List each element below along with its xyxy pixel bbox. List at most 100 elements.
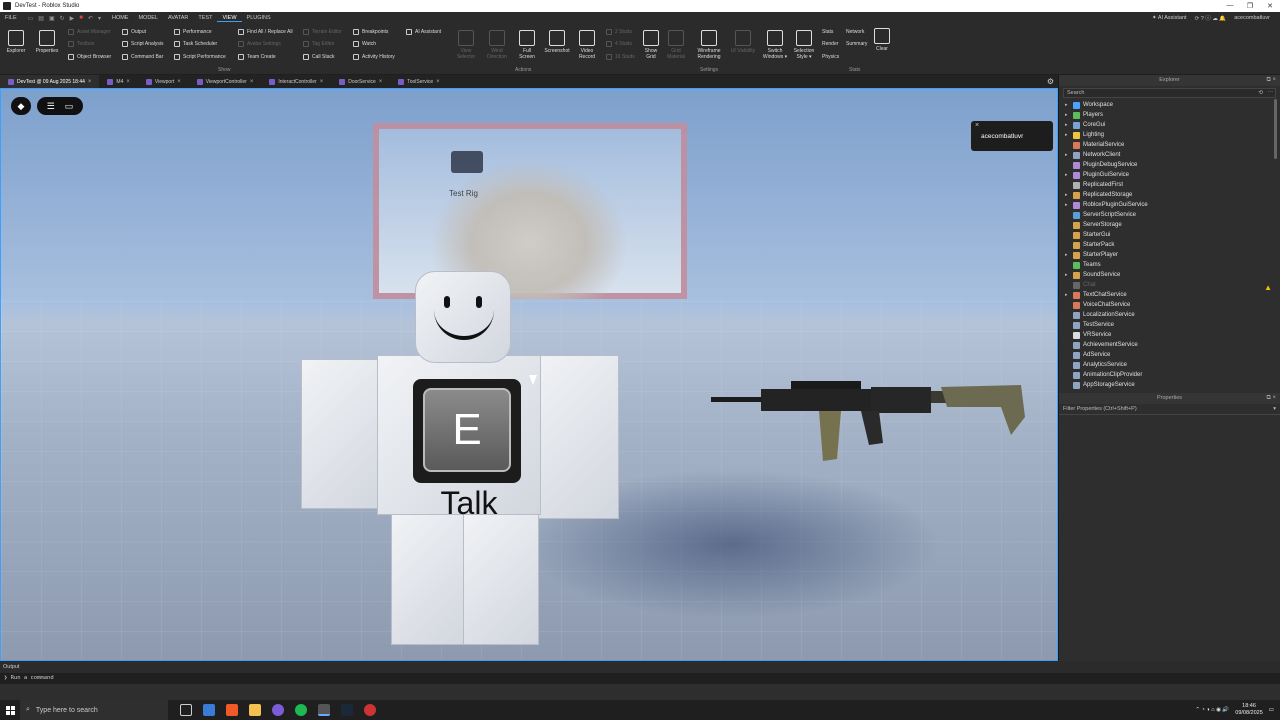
switch-windows-button[interactable]: Switch Windows ▾: [760, 30, 790, 60]
explorer-item[interactable]: StarterPack: [1059, 240, 1280, 250]
roblox-menu-icon[interactable]: ◆: [11, 97, 31, 115]
clock[interactable]: 18:46 09/08/2025: [1235, 703, 1263, 717]
expand-arrow-icon[interactable]: ▸: [1065, 112, 1073, 118]
terrain-editor-button[interactable]: Terrain Editor: [303, 29, 342, 35]
ui-visibility-button[interactable]: UI Visibility: [728, 30, 758, 54]
explorer-item[interactable]: LocalizationService: [1059, 310, 1280, 320]
output-button[interactable]: Output: [122, 29, 146, 35]
expand-arrow-icon[interactable]: ▸: [1065, 252, 1073, 258]
full-screen-button[interactable]: Full Screen: [515, 30, 539, 60]
team-create-button[interactable]: Team Create: [238, 54, 276, 60]
tab-m4[interactable]: M4 ×: [99, 75, 137, 88]
panel-controls[interactable]: ⧉ ×: [1267, 75, 1276, 86]
more-icon[interactable]: ⋯: [1268, 89, 1274, 98]
maximize-button[interactable]: ❐: [1240, 2, 1260, 10]
minimize-button[interactable]: —: [1220, 2, 1240, 10]
expand-arrow-icon[interactable]: ▸: [1065, 122, 1073, 128]
task-view-icon[interactable]: [180, 704, 192, 716]
browser-icon[interactable]: [272, 704, 284, 716]
tab-door-service[interactable]: DoorService ×: [331, 75, 390, 88]
chat-icon[interactable]: ▭: [65, 101, 74, 112]
expand-arrow-icon[interactable]: ▸: [1065, 132, 1073, 138]
screenshot-button[interactable]: Screenshot: [540, 30, 574, 54]
menu-file[interactable]: FILE: [0, 15, 22, 21]
stats-button[interactable]: Stats: [822, 29, 833, 35]
history-icon[interactable]: ⟲: [1258, 89, 1263, 98]
view-selector-button[interactable]: View Selector: [452, 30, 480, 60]
explorer-item[interactable]: ▸ StarterPlayer: [1059, 250, 1280, 260]
explorer-item[interactable]: MaterialService: [1059, 140, 1280, 150]
menu-test[interactable]: TEST: [193, 15, 217, 21]
close-tab-icon[interactable]: ×: [436, 79, 440, 85]
ai-assistant-button[interactable]: AI Assistant: [406, 29, 441, 35]
explorer-item[interactable]: TestService: [1059, 320, 1280, 330]
warning-icon[interactable]: ▲: [1264, 283, 1272, 292]
game-viewport[interactable]: ◆ ☰ ▭ Test Rig E Talk × acecombatluvr: [0, 88, 1058, 661]
open-file-icon[interactable]: ▤: [38, 15, 44, 22]
menu-plugins[interactable]: PLUGINS: [242, 15, 276, 21]
activity-history-button[interactable]: Activity History: [353, 54, 395, 60]
find-replace-button[interactable]: Find All / Replace All: [238, 29, 293, 35]
explorer-search-input[interactable]: Search ⟲ ⋯: [1063, 88, 1276, 98]
brave-browser-icon[interactable]: [226, 704, 238, 716]
explorer-item[interactable]: AnimationClipProvider: [1059, 370, 1280, 380]
breakpoints-button[interactable]: Breakpoints: [353, 29, 388, 35]
explorer-item[interactable]: VoiceChatService: [1059, 300, 1280, 310]
physics-button[interactable]: Physics: [822, 54, 839, 60]
explorer-item[interactable]: PluginDebugService: [1059, 160, 1280, 170]
render-button[interactable]: Render: [822, 41, 838, 47]
explorer-item[interactable]: ServerScriptService: [1059, 210, 1280, 220]
player-list-entry[interactable]: × acecombatluvr: [971, 121, 1053, 151]
object-browser-button[interactable]: Object Browser: [68, 54, 111, 60]
explorer-item[interactable]: ▸ PluginGuiService: [1059, 170, 1280, 180]
user-menu[interactable]: acecombatluvr: [1234, 15, 1270, 21]
gear-icon[interactable]: ⚙: [1047, 77, 1054, 86]
steam-icon[interactable]: [341, 704, 353, 716]
hamburger-icon[interactable]: ☰: [47, 101, 55, 112]
expand-arrow-icon[interactable]: ▸: [1065, 172, 1073, 178]
clear-button[interactable]: Clear: [872, 28, 892, 52]
close-icon[interactable]: ×: [975, 122, 979, 129]
close-tab-icon[interactable]: ×: [320, 79, 324, 85]
call-stack-button[interactable]: Call Stack: [303, 54, 335, 60]
tab-interact-controller[interactable]: InteractController ×: [261, 75, 331, 88]
summary-button[interactable]: Summary: [846, 41, 867, 47]
redo-icon[interactable]: ↻: [60, 15, 65, 22]
wind-direction-button[interactable]: Wind Direction: [482, 30, 512, 60]
proximity-prompt[interactable]: E: [413, 379, 521, 483]
dropdown-icon[interactable]: ▾: [98, 15, 101, 22]
two-studs-button[interactable]: 2 Studs: [606, 29, 632, 35]
explorer-item[interactable]: ▸ TextChatService: [1059, 290, 1280, 300]
task-scheduler-button[interactable]: Task Scheduler: [174, 41, 217, 47]
undo-icon[interactable]: ↶: [88, 15, 93, 22]
video-record-button[interactable]: Video Record: [576, 30, 598, 60]
toolbox-button[interactable]: Toolbox: [68, 41, 94, 47]
show-grid-button[interactable]: Show Grid: [640, 30, 662, 60]
menu-avatar[interactable]: AVATAR: [163, 15, 193, 21]
ai-assistant-link[interactable]: ✦ AI Assistant: [1152, 15, 1187, 21]
explorer-item[interactable]: AdService: [1059, 350, 1280, 360]
explorer-item[interactable]: ▸ CoreGui: [1059, 120, 1280, 130]
menu-home[interactable]: HOME: [107, 15, 134, 21]
explorer-item[interactable]: ▸ Lighting: [1059, 130, 1280, 140]
taskbar-search[interactable]: ⌕ Type here to search: [20, 700, 168, 720]
tab-viewport-controller[interactable]: ViewportController ×: [189, 75, 262, 88]
explorer-item[interactable]: ▸ ReplicatedStorage: [1059, 190, 1280, 200]
command-bar-input[interactable]: ❯ Run a command: [0, 673, 1280, 684]
command-bar-button[interactable]: Command Bar: [122, 54, 163, 60]
explorer-item[interactable]: ▸ Players: [1059, 110, 1280, 120]
explorer-item[interactable]: AppStorageService: [1059, 380, 1280, 390]
explorer-item[interactable]: StarterGui: [1059, 230, 1280, 240]
menu-model[interactable]: MODEL: [133, 15, 163, 21]
performance-button[interactable]: Performance: [174, 29, 212, 35]
close-tab-icon[interactable]: ×: [126, 79, 130, 85]
explorer-item[interactable]: ▸ RobloxPluginGuiService: [1059, 200, 1280, 210]
expand-arrow-icon[interactable]: ▸: [1065, 102, 1073, 108]
explorer-item[interactable]: ▸ NetworkClient: [1059, 150, 1280, 160]
collab-icons[interactable]: ⟳ ? ⓘ ☁ 🔔: [1195, 14, 1227, 22]
save-icon[interactable]: ▣: [49, 15, 55, 22]
explorer-scrollbar[interactable]: [1274, 99, 1277, 159]
asset-manager-button[interactable]: Asset Manager: [68, 29, 111, 35]
explorer-item[interactable]: Chat: [1059, 280, 1280, 290]
stop-icon[interactable]: ■: [79, 15, 83, 22]
